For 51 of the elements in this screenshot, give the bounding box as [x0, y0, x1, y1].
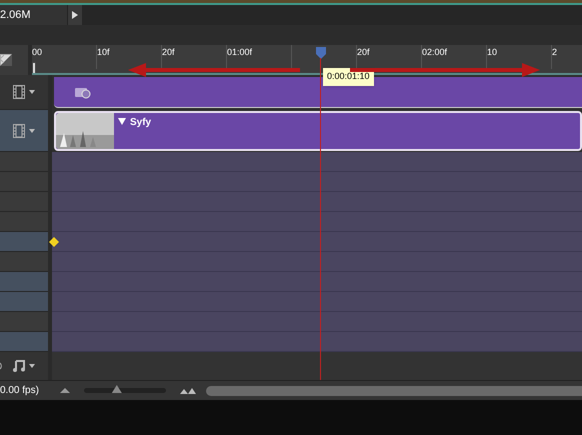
- track-header[interactable]: [0, 252, 48, 272]
- caret-icon[interactable]: [29, 90, 35, 94]
- caret-icon[interactable]: [29, 364, 35, 368]
- track-lane[interactable]: [52, 232, 582, 252]
- zoom-out-icon[interactable]: [60, 388, 70, 393]
- track-lane[interactable]: [52, 312, 582, 332]
- track-lane[interactable]: [52, 292, 582, 312]
- ruler-label: 02:00f: [422, 46, 448, 59]
- track-header[interactable]: [0, 212, 48, 232]
- track-lane[interactable]: [52, 192, 582, 212]
- film-icon: [13, 85, 25, 99]
- track-lane[interactable]: [52, 212, 582, 232]
- keyframe-icon[interactable]: [49, 237, 59, 247]
- ruler-label: 2: [552, 46, 558, 59]
- film-icon: [13, 124, 25, 138]
- playhead-icon[interactable]: [316, 47, 326, 59]
- music-note-icon[interactable]: [13, 360, 25, 372]
- track-header[interactable]: [0, 332, 48, 352]
- track-lane[interactable]: [52, 332, 582, 352]
- track-lane[interactable]: [52, 272, 582, 292]
- frame-rate-label: 0.00 fps): [0, 384, 40, 398]
- scrollbar[interactable]: [206, 386, 582, 396]
- ruler-label: 10: [487, 46, 498, 59]
- caret-icon[interactable]: [29, 128, 35, 132]
- ruler-label: 10f: [97, 46, 110, 59]
- clip-label: Syfy: [130, 116, 152, 130]
- ruler-label: 00: [32, 46, 42, 59]
- work-area-handle[interactable]: [32, 62, 36, 74]
- size-field: 2.06M: [0, 5, 68, 25]
- expand-triangle-icon[interactable]: [118, 118, 126, 125]
- track-header[interactable]: [0, 312, 48, 332]
- zoom-slider[interactable]: [84, 388, 166, 393]
- track-lane[interactable]: [52, 252, 582, 272]
- track-lane[interactable]: [52, 152, 582, 172]
- ruler-label: 01:00f: [227, 46, 252, 59]
- ruler-label: 20f: [162, 46, 175, 59]
- track-lane[interactable]: [52, 172, 582, 192]
- zoom-in-icon[interactable]: [180, 388, 196, 394]
- adjustment-clip[interactable]: [54, 77, 582, 108]
- track-header[interactable]: [0, 272, 48, 292]
- ruler-label: 20f: [357, 46, 370, 59]
- play-button[interactable]: [68, 5, 82, 25]
- speaker-icon[interactable]: [0, 362, 4, 370]
- track-header[interactable]: [0, 152, 48, 172]
- track-header[interactable]: [0, 292, 48, 312]
- video-clip[interactable]: Syfy: [54, 111, 582, 151]
- audio-lane[interactable]: [52, 352, 582, 380]
- track-header[interactable]: [0, 232, 48, 252]
- play-icon: [72, 11, 78, 19]
- fade-icon[interactable]: [0, 54, 12, 66]
- camera-icon: [74, 85, 92, 99]
